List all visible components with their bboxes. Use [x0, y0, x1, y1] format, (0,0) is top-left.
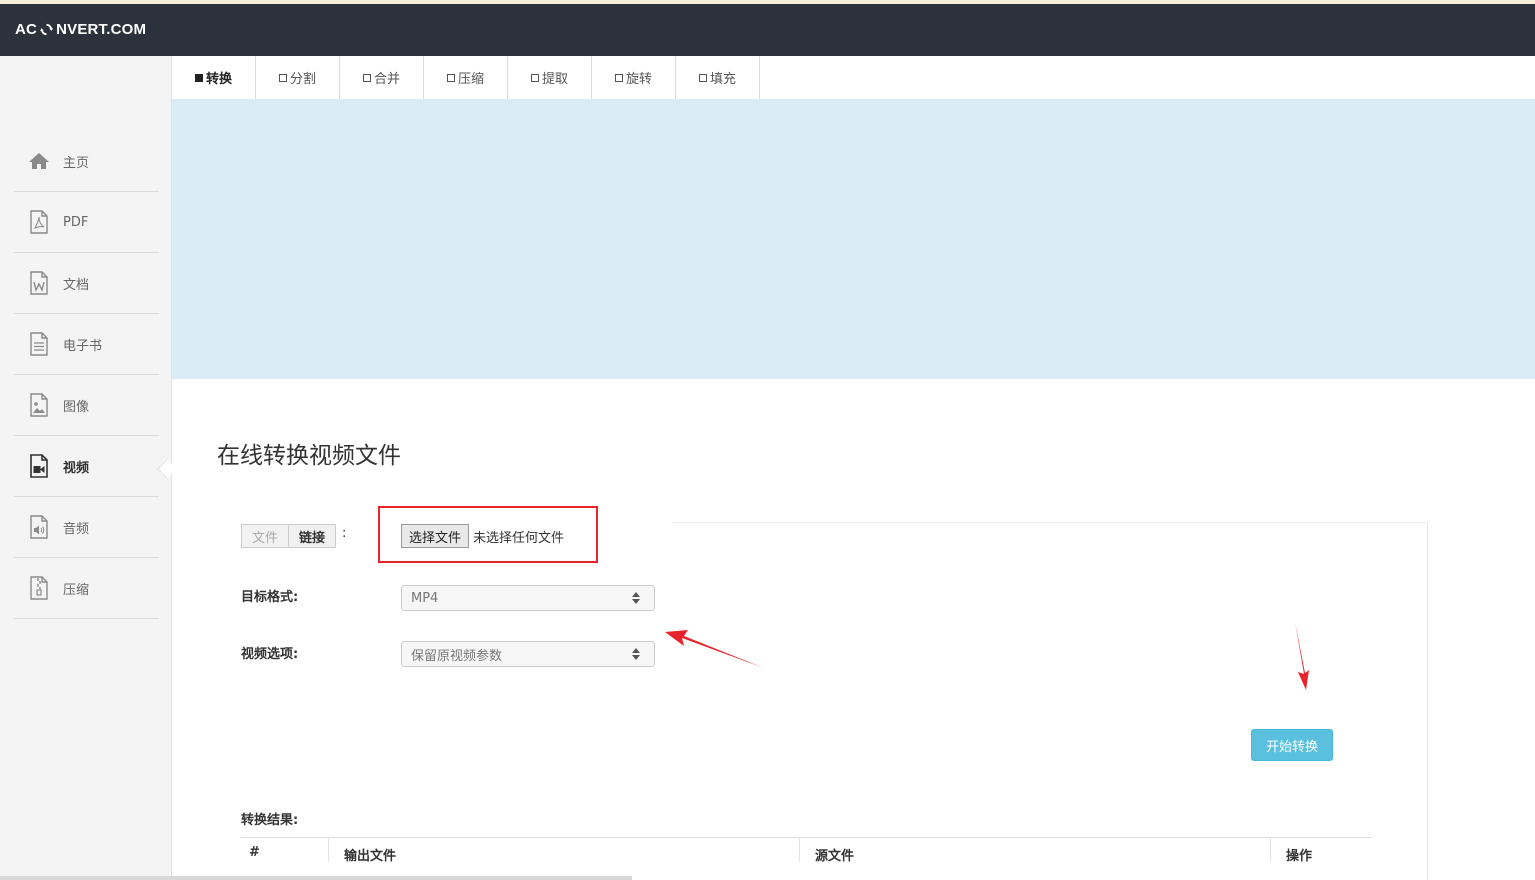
source-link-button[interactable]: 链接	[288, 524, 337, 548]
tab-label: 填充	[709, 72, 736, 87]
start-convert-button[interactable]: 开始转换	[1251, 729, 1333, 761]
horizontal-scrollbar[interactable]	[0, 876, 632, 880]
sidebar: 主页 PDF 文档 电子书 图像 视频 音频 压缩	[0, 56, 172, 880]
video-options-select[interactable]: 保留原视频参数	[401, 641, 655, 667]
home-icon	[28, 149, 50, 173]
tab-label: 分割	[289, 72, 316, 87]
recycle-arrows-icon	[40, 23, 54, 36]
sidebar-item-archive[interactable]: 压缩	[14, 558, 159, 619]
sidebar-item-label: 视频	[63, 460, 90, 476]
results-table-header: # 输出文件 源文件 操作	[241, 837, 1372, 880]
tab-label: 合并	[373, 72, 400, 87]
column-header-index: #	[249, 845, 260, 860]
target-format-select[interactable]: MP4	[401, 585, 655, 611]
tab-split[interactable]: 分割	[256, 56, 340, 99]
tab-label: 压缩	[457, 72, 484, 87]
site-logo[interactable]: AC NVERT.COM	[15, 21, 146, 38]
select-caret-icon	[632, 592, 640, 604]
checkbox-empty-icon	[362, 73, 371, 82]
annotation-highlight-box	[378, 506, 598, 563]
source-colon: :	[342, 526, 347, 541]
video-file-icon	[28, 454, 50, 478]
column-divider	[328, 838, 329, 862]
sidebar-item-image[interactable]: 图像	[14, 375, 159, 436]
checkbox-empty-icon	[530, 73, 539, 82]
logo-text-left: AC	[15, 21, 38, 38]
tab-label: 转换	[205, 72, 232, 87]
column-header-actions: 操作	[1286, 849, 1313, 864]
sidebar-item-ebook[interactable]: 电子书	[14, 314, 159, 375]
audio-file-icon	[28, 515, 50, 539]
tab-fill[interactable]: 填充	[676, 56, 760, 99]
sidebar-item-label: 音频	[63, 521, 90, 537]
target-format-value: MP4	[411, 590, 439, 606]
video-options-value: 保留原视频参数	[411, 648, 503, 664]
page-title: 在线转换视频文件	[217, 443, 401, 469]
sidebar-item-pdf[interactable]: PDF	[14, 192, 159, 253]
sidebar-item-label: 图像	[63, 399, 90, 415]
source-toggle: 文件 链接	[241, 524, 337, 548]
checkbox-empty-icon	[446, 73, 455, 82]
tab-label: 旋转	[625, 72, 652, 87]
logo-text-right: NVERT.COM	[56, 21, 147, 38]
sidebar-item-label: 主页	[63, 155, 90, 171]
ad-banner	[172, 99, 1535, 379]
source-file-button[interactable]: 文件	[241, 524, 289, 548]
checkbox-empty-icon	[278, 73, 287, 82]
checkbox-empty-icon	[698, 73, 707, 82]
sidebar-item-audio[interactable]: 音频	[14, 497, 159, 558]
sidebar-item-video[interactable]: 视频	[14, 436, 159, 497]
target-format-label: 目标格式:	[241, 590, 299, 605]
column-header-output-file: 输出文件	[344, 849, 397, 864]
sidebar-item-label: 电子书	[63, 338, 103, 354]
tab-convert[interactable]: 转换	[172, 56, 256, 99]
tool-tabs: 转换 分割 合并 压缩 提取 旋转 填充	[172, 56, 760, 99]
sidebar-item-home[interactable]: 主页	[14, 131, 159, 192]
ebook-file-icon	[28, 332, 50, 356]
column-header-source-file: 源文件	[815, 849, 855, 864]
column-divider	[1270, 838, 1271, 862]
sidebar-item-document[interactable]: 文档	[14, 253, 159, 314]
sidebar-item-label: 压缩	[63, 582, 90, 598]
tab-compress[interactable]: 压缩	[424, 56, 508, 99]
tab-rotate[interactable]: 旋转	[592, 56, 676, 99]
select-caret-icon	[632, 648, 640, 660]
top-header: AC NVERT.COM	[0, 0, 1535, 56]
tab-extract[interactable]: 提取	[508, 56, 592, 99]
sidebar-nav: 主页 PDF 文档 电子书 图像 视频 音频 压缩	[14, 131, 159, 619]
results-label: 转换结果:	[241, 813, 299, 828]
tab-label: 提取	[541, 72, 568, 87]
image-file-icon	[28, 393, 50, 417]
pdf-file-icon	[28, 210, 50, 234]
sidebar-item-label: 文档	[63, 277, 90, 293]
tab-merge[interactable]: 合并	[340, 56, 424, 99]
checkbox-empty-icon	[614, 73, 623, 82]
sidebar-item-label: PDF	[63, 214, 89, 230]
column-divider	[799, 838, 800, 862]
word-file-icon	[28, 271, 50, 295]
archive-file-icon	[28, 576, 50, 600]
checkbox-filled-icon	[194, 73, 203, 82]
video-options-label: 视频选项:	[241, 647, 299, 662]
form-panel-border	[672, 522, 1428, 880]
